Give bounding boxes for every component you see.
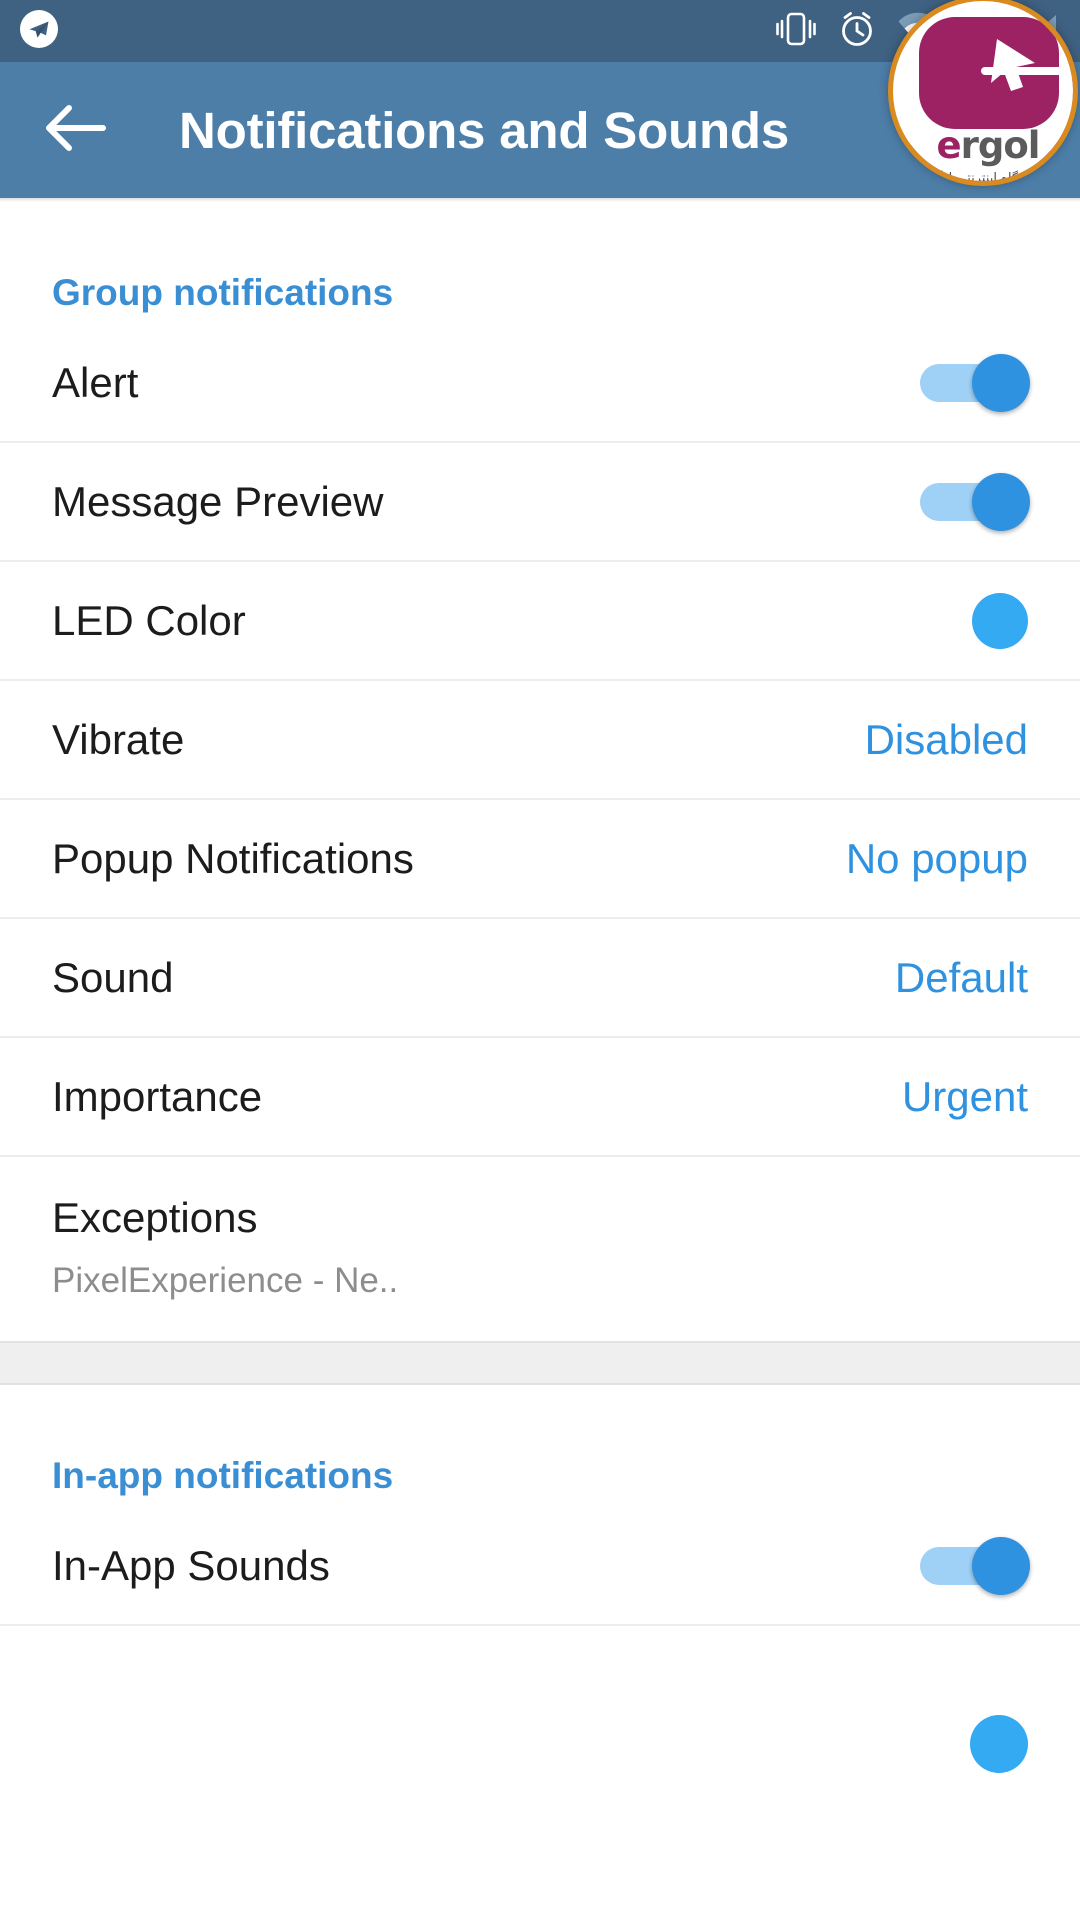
status-bar [0, 0, 1080, 62]
page-title: Notifications and Sounds [179, 101, 790, 159]
toggle-knob [972, 1536, 1030, 1595]
row-label: Exceptions [52, 1194, 258, 1241]
section-header-group-notifications: Group notifications [52, 272, 394, 313]
alarm-icon [836, 8, 878, 55]
row-label: Sound [52, 953, 174, 1001]
row-label: Alert [52, 358, 139, 406]
settings-row-popup-notifications[interactable]: Popup Notifications No popup [0, 800, 1080, 919]
status-bar-left-icons [20, 9, 58, 53]
status-bar-right-icons [774, 8, 1066, 55]
settings-row-importance[interactable]: Importance Urgent [0, 1038, 1080, 1157]
signal-no-service-icon [958, 9, 1000, 54]
telegram-icon [20, 9, 58, 53]
settings-row-in-app-sounds[interactable]: In-App Sounds [0, 1507, 1080, 1626]
back-arrow-icon [43, 102, 107, 159]
wifi-icon [896, 12, 940, 51]
toggle-knob [970, 1715, 1028, 1773]
settings-row-partial-next[interactable] [0, 1626, 1080, 1773]
settings-row-message-preview[interactable]: Message Preview [0, 443, 1080, 562]
row-value: Default [894, 953, 1028, 1001]
row-label: Importance [52, 1072, 263, 1120]
vibrate-icon [774, 9, 818, 54]
row-subtitle: PixelExperience - Ne.. [52, 1261, 399, 1300]
next-row-toggle[interactable] [52, 1715, 1028, 1775]
settings-scroll-content[interactable]: Group notifications Alert Message Previe… [0, 198, 1080, 1920]
in-app-sounds-toggle[interactable] [920, 1536, 1030, 1595]
phone-screen: Notifications and Sounds ergol فروشگاه ا… [0, 0, 1080, 1920]
alert-toggle[interactable] [920, 353, 1030, 412]
row-value: No popup [845, 834, 1028, 882]
app-toolbar: Notifications and Sounds [0, 62, 1080, 198]
settings-row-alert[interactable]: Alert [0, 324, 1080, 443]
section-header-in-app-notifications: In-app notifications [52, 1455, 394, 1496]
row-value: Disabled [864, 715, 1028, 763]
settings-row-exceptions[interactable]: Exceptions PixelExperience - Ne.. [0, 1157, 1080, 1341]
settings-row-sound[interactable]: Sound Default [0, 919, 1080, 1038]
signal-icon [1018, 9, 1060, 54]
back-button[interactable] [38, 93, 112, 167]
row-label: Popup Notifications [52, 834, 414, 882]
row-label: Vibrate [52, 715, 185, 763]
row-label: In-App Sounds [52, 1541, 330, 1589]
settings-row-vibrate[interactable]: Vibrate Disabled [0, 681, 1080, 800]
toggle-knob [972, 353, 1030, 412]
toggle-knob [972, 472, 1030, 531]
section-separator [0, 1341, 1080, 1385]
message-preview-toggle[interactable] [920, 472, 1030, 531]
row-label: Message Preview [52, 477, 384, 525]
settings-row-led-color[interactable]: LED Color [0, 562, 1080, 681]
row-label: LED Color [52, 596, 246, 644]
row-value: Urgent [901, 1072, 1028, 1120]
led-color-swatch[interactable] [972, 592, 1028, 649]
